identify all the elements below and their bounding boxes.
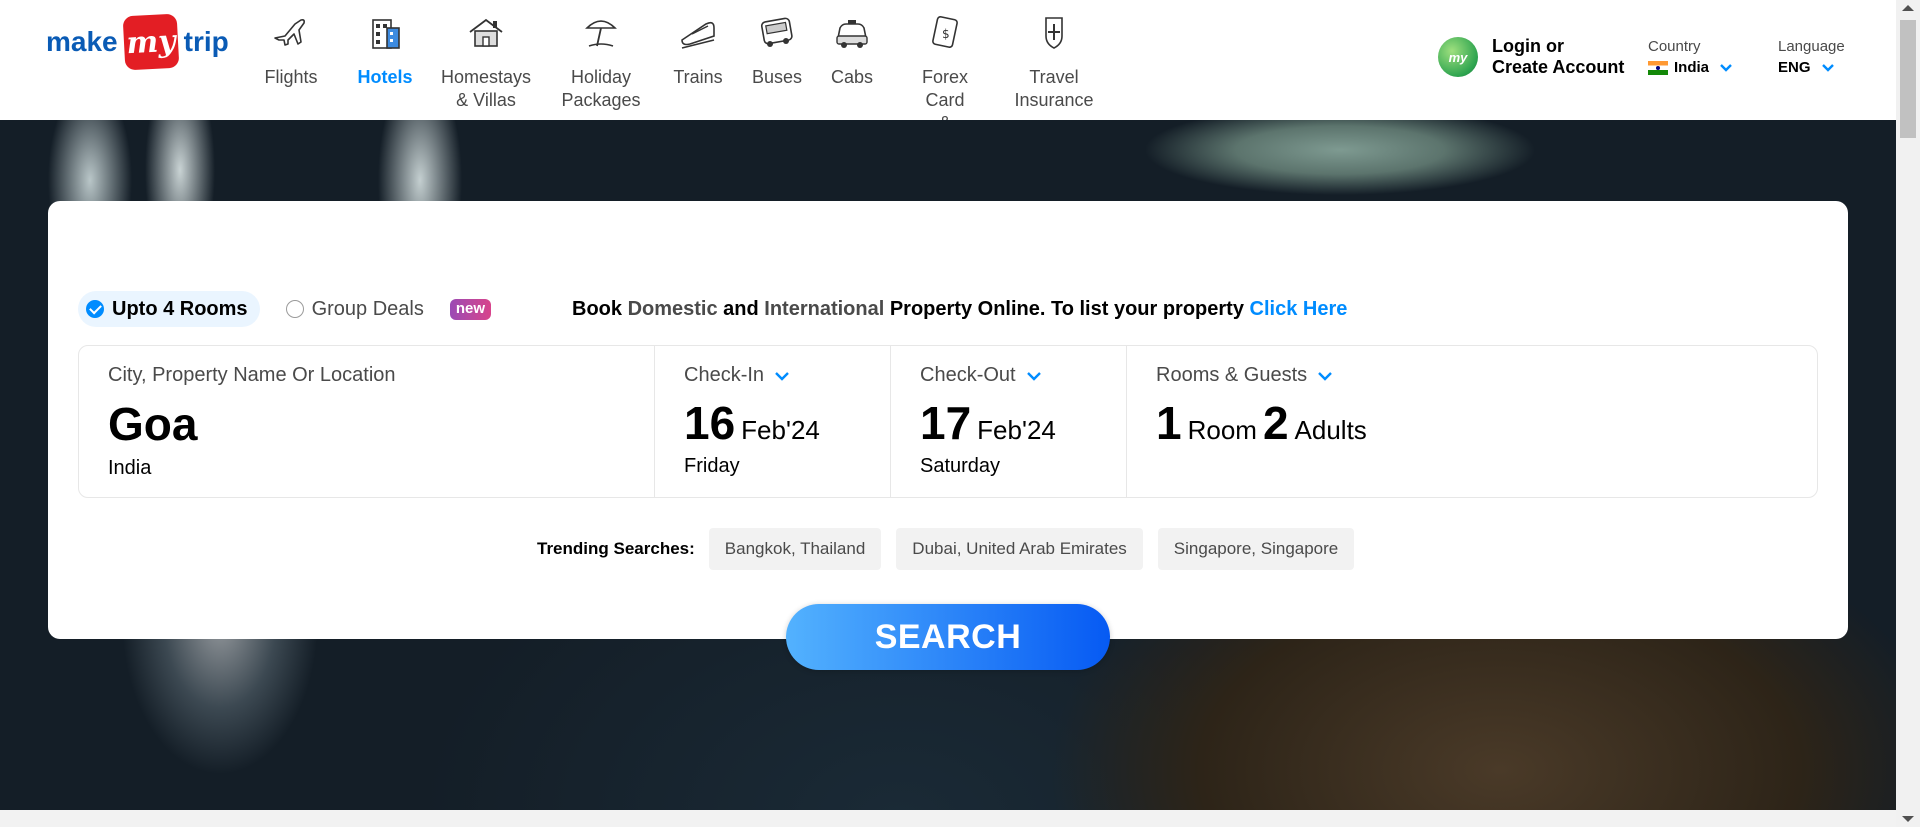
radio-unchecked-icon bbox=[285, 300, 304, 318]
checkout-date: 17 Feb'24 bbox=[920, 397, 1126, 449]
login-button[interactable]: my Login or Create Account bbox=[1438, 36, 1624, 78]
language-label: Language bbox=[1778, 38, 1845, 55]
chevron-down-icon bbox=[1026, 371, 1041, 381]
checkin-label: Check-In bbox=[684, 364, 890, 387]
checkout-label: Check-Out bbox=[920, 364, 1126, 387]
checkin-day: 16 bbox=[684, 397, 736, 449]
rooms-guests-value: 1 Room 2 Adults bbox=[1156, 397, 1817, 449]
page-scrollbar[interactable] bbox=[1896, 0, 1920, 827]
radio-checked-icon bbox=[86, 300, 104, 318]
search-button[interactable]: SEARCH bbox=[786, 604, 1110, 670]
city-label: City, Property Name Or Location bbox=[108, 364, 396, 386]
nav-label: Hotels bbox=[357, 67, 413, 87]
house-icon bbox=[464, 10, 508, 54]
upto-4-rooms-option[interactable]: Upto 4 Rooms bbox=[78, 291, 260, 327]
adults-count: 2 bbox=[1262, 397, 1289, 449]
chevron-down-icon bbox=[775, 371, 789, 381]
group-deals-option[interactable]: Group Deals bbox=[278, 291, 436, 327]
new-badge: new bbox=[449, 298, 492, 320]
rooms-word: Room bbox=[1187, 415, 1257, 445]
tagline-international: International bbox=[764, 298, 885, 320]
airplane-icon bbox=[269, 10, 313, 54]
click-here-link[interactable]: Click Here bbox=[1250, 298, 1348, 320]
room-options: Upto 4 Rooms Group Deals new bbox=[78, 291, 492, 327]
hotel-search-card: Upto 4 Rooms Group Deals new Book Domest… bbox=[48, 201, 1848, 639]
language-value[interactable]: ENG bbox=[1778, 59, 1845, 76]
forex-card-icon: $ bbox=[923, 10, 967, 54]
login-line1: Login or bbox=[1492, 36, 1564, 56]
trending-chip[interactable]: Singapore, Singapore bbox=[1157, 528, 1355, 570]
car-icon bbox=[830, 10, 874, 54]
india-flag-icon bbox=[1648, 60, 1668, 75]
list-property-tagline: Book Domestic and International Property… bbox=[572, 298, 1347, 321]
chevron-down-icon bbox=[1318, 371, 1333, 381]
search-fields: City, Property Name Or Location Goa Indi… bbox=[78, 345, 1818, 498]
logo-word-trip: trip bbox=[183, 26, 229, 57]
mmt-avatar-icon: my bbox=[1438, 37, 1478, 77]
rooms-label: Rooms & Guests bbox=[1156, 364, 1817, 387]
checkout-field[interactable]: Check-Out 17 Feb'24 Saturday bbox=[891, 346, 1127, 497]
logo-word-my: my bbox=[122, 13, 180, 71]
country-name: India bbox=[1674, 59, 1710, 76]
checkin-field[interactable]: Check-In 16 Feb'24 Friday bbox=[655, 346, 891, 497]
login-line2: Create Account bbox=[1492, 57, 1625, 77]
beach-umbrella-icon bbox=[579, 10, 623, 54]
checkin-weekday: Friday bbox=[684, 455, 740, 477]
rooms-count: 1 bbox=[1156, 397, 1182, 449]
language-name: ENG bbox=[1778, 59, 1811, 76]
tagline-text: Book bbox=[572, 298, 628, 320]
nav-label: Holiday Packages bbox=[561, 67, 641, 110]
tagline-domestic: Domestic bbox=[627, 298, 718, 320]
rooms-label-text: Rooms & Guests bbox=[1156, 364, 1308, 386]
makemytrip-logo[interactable]: make my trip bbox=[46, 13, 229, 71]
nav-label: Homestays & Villas bbox=[440, 67, 532, 110]
option-label: Group Deals bbox=[311, 297, 424, 320]
top-header: make my trip Flights Hotels Homestays & … bbox=[0, 0, 1896, 156]
nav-label: Travel Insurance bbox=[1014, 67, 1094, 110]
adults-word: Adults bbox=[1294, 415, 1367, 445]
nav-label: Trains bbox=[673, 67, 723, 87]
scrollbar-thumb[interactable] bbox=[1900, 20, 1916, 138]
option-label: Upto 4 Rooms bbox=[112, 297, 248, 320]
country-label: Country bbox=[1648, 38, 1701, 55]
trending-searches: Trending Searches: Bangkok, Thailand Dub… bbox=[537, 528, 1369, 570]
city-value: Goa bbox=[108, 398, 198, 450]
language-selector[interactable]: Language ENG bbox=[1778, 38, 1845, 76]
country-value[interactable]: India bbox=[1648, 59, 1733, 76]
login-text: Login or Create Account bbox=[1492, 36, 1624, 78]
nav-label: Buses bbox=[751, 67, 803, 87]
nav-label: Flights bbox=[264, 67, 318, 87]
trending-chip[interactable]: Bangkok, Thailand bbox=[708, 528, 882, 570]
scroll-down-arrow-icon[interactable] bbox=[1902, 816, 1914, 822]
chevron-down-icon bbox=[1720, 63, 1732, 72]
checkout-day: 17 bbox=[920, 397, 972, 449]
train-icon bbox=[676, 10, 720, 54]
checkin-label-text: Check-In bbox=[684, 364, 765, 386]
nav-label: Cabs bbox=[830, 67, 874, 87]
logo-word-make: make bbox=[46, 26, 118, 57]
tagline-text: and bbox=[717, 298, 765, 320]
country-selector[interactable]: Country India bbox=[1648, 38, 1733, 76]
city-country: India bbox=[108, 457, 152, 479]
checkout-month: Feb'24 bbox=[977, 415, 1056, 445]
chevron-down-icon bbox=[1821, 63, 1834, 72]
svg-text:$: $ bbox=[942, 27, 950, 41]
checkout-weekday: Saturday bbox=[920, 455, 1001, 477]
rooms-guests-field[interactable]: Rooms & Guests 1 Room 2 Adults bbox=[1127, 346, 1817, 497]
insurance-shield-icon bbox=[1032, 10, 1076, 54]
trending-label: Trending Searches: bbox=[537, 539, 695, 558]
hotel-icon bbox=[363, 10, 407, 54]
city-field[interactable]: City, Property Name Or Location Goa Indi… bbox=[79, 346, 655, 497]
bottom-strip bbox=[0, 810, 1896, 827]
bus-icon bbox=[755, 10, 799, 54]
tagline-text: Property Online. To list your property bbox=[884, 298, 1250, 320]
checkout-label-text: Check-Out bbox=[920, 364, 1016, 386]
trending-chip[interactable]: Dubai, United Arab Emirates bbox=[896, 528, 1143, 570]
scroll-up-arrow-icon[interactable] bbox=[1902, 5, 1914, 11]
checkin-date: 16 Feb'24 bbox=[684, 397, 890, 449]
checkin-month: Feb'24 bbox=[741, 415, 820, 445]
